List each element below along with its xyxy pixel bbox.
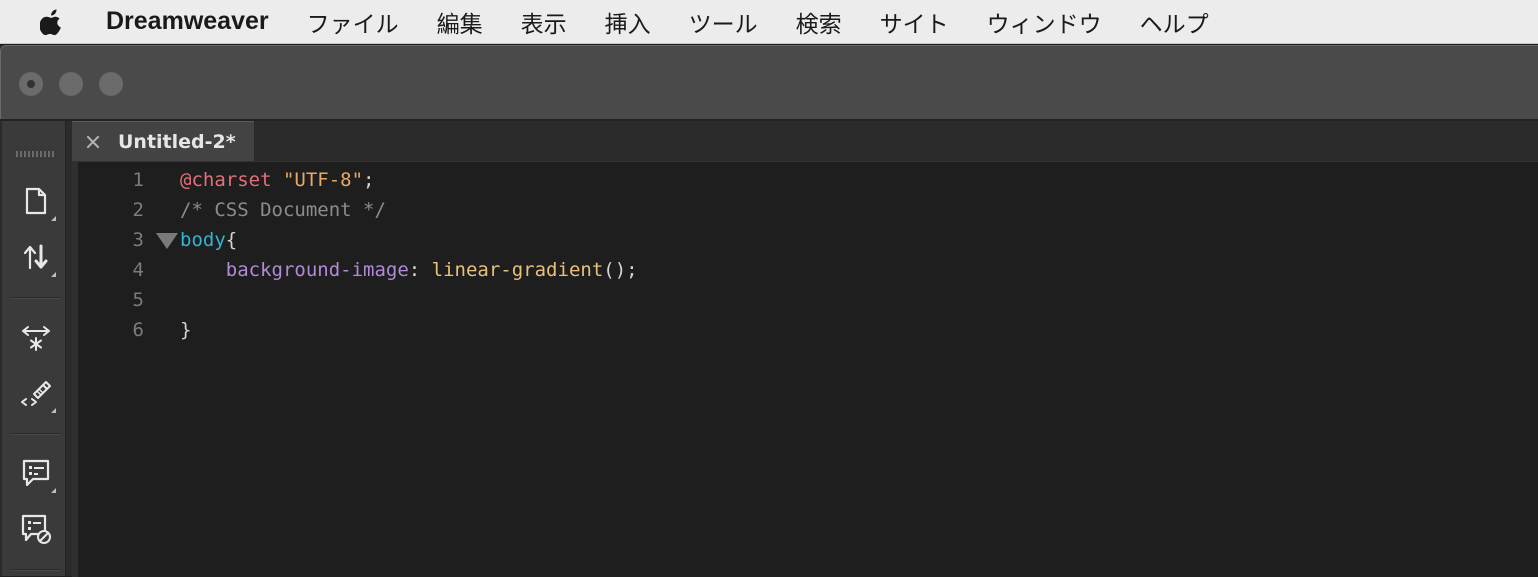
code-line[interactable]: 6}	[72, 315, 1538, 345]
remove-comment-icon	[20, 513, 52, 549]
menu-insert[interactable]: 挿入	[605, 5, 651, 39]
code-token: /* CSS Document */	[180, 199, 386, 221]
tab-title: Untitled-2*	[118, 130, 236, 153]
menu-file[interactable]: ファイル	[307, 5, 399, 39]
minimize-window-button[interactable]	[59, 72, 83, 96]
code-text: body{	[180, 225, 237, 255]
apple-menu-icon[interactable]	[38, 8, 66, 36]
line-number: 2	[132, 199, 144, 221]
code-text: @charset "UTF-8";	[180, 165, 375, 195]
menu-bar: Dreamweaver ファイル 編集 表示 挿入 ツール 検索 サイト ウィン…	[0, 0, 1538, 44]
code-line[interactable]: 5	[72, 285, 1538, 315]
tab-untitled-2[interactable]: Untitled-2*	[72, 121, 254, 161]
file-transfer-button[interactable]	[16, 239, 56, 279]
line-number: 3	[132, 229, 144, 251]
code-token: body	[180, 229, 226, 251]
code-token: :	[408, 259, 432, 281]
menu-help[interactable]: ヘルプ	[1140, 5, 1209, 39]
line-number: 1	[132, 169, 144, 191]
menu-tools[interactable]: ツール	[689, 5, 758, 39]
expand-collapse-icon	[20, 321, 52, 357]
flyout-indicator	[51, 216, 56, 221]
toolbar-grip-handle[interactable]	[16, 151, 54, 157]
apply-comment-button[interactable]	[16, 455, 56, 495]
remove-comment-button[interactable]	[16, 511, 56, 551]
menu-find[interactable]: 検索	[796, 5, 842, 39]
code-token: ;	[363, 169, 375, 191]
flyout-indicator	[51, 272, 56, 277]
menu-window[interactable]: ウィンドウ	[987, 5, 1102, 39]
menu-app-name[interactable]: Dreamweaver	[106, 7, 269, 36]
menu-site[interactable]: サイト	[880, 5, 949, 39]
window-titlebar[interactable]	[0, 45, 1538, 119]
common-toolbar	[2, 121, 66, 576]
document-button[interactable]	[16, 183, 56, 223]
close-window-button[interactable]	[19, 72, 43, 96]
code-token: ();	[603, 259, 638, 281]
code-token: background-image	[180, 259, 409, 281]
line-number: 6	[132, 319, 144, 341]
code-line[interactable]: 3 body{	[72, 225, 1538, 255]
code-format-button[interactable]	[16, 375, 56, 415]
code-lines: 1 @charset "UTF-8"; 2 /* CSS Document */ 3 bo…	[72, 165, 1538, 345]
code-fold-toggle-icon[interactable]	[156, 233, 178, 249]
menu-view[interactable]: 表示	[521, 5, 567, 39]
line-number: 5	[132, 289, 144, 311]
close-tab-icon[interactable]	[86, 135, 100, 149]
app-window: Untitled-2* 1 @charset "UTF-8"; 2 /* CSS Do…	[0, 45, 1538, 577]
comment-icon	[21, 458, 51, 492]
code-line[interactable]: 4 background-image: linear-gradient();	[72, 255, 1538, 285]
code-line[interactable]: 1 @charset "UTF-8";	[72, 165, 1538, 195]
code-format-icon	[20, 377, 52, 413]
expand-collapse-button[interactable]	[16, 319, 56, 359]
code-text: /* CSS Document */	[180, 195, 386, 225]
menu-edit[interactable]: 編集	[437, 5, 483, 39]
code-token: linear-gradient	[431, 259, 604, 281]
toolbar-divider	[10, 569, 60, 570]
line-number: 4	[132, 259, 144, 281]
code-token: {	[225, 229, 238, 251]
zoom-window-button[interactable]	[99, 72, 123, 96]
flyout-indicator	[51, 488, 56, 493]
code-token: }	[180, 319, 192, 341]
file-transfer-icon	[21, 242, 51, 276]
document-tab-bar: Untitled-2*	[72, 121, 1538, 161]
document-icon	[23, 186, 49, 220]
code-line[interactable]: 2 /* CSS Document */	[72, 195, 1538, 225]
code-text: background-image: linear-gradient();	[180, 255, 638, 285]
code-token: @charset	[180, 169, 272, 191]
code-token: "UTF-8"	[282, 169, 364, 191]
code-text: }	[180, 315, 191, 345]
toolbar-divider	[10, 297, 60, 298]
flyout-indicator	[51, 408, 56, 413]
code-editor[interactable]: 1 @charset "UTF-8"; 2 /* CSS Document */ 3 bo…	[72, 161, 1538, 577]
toolbar-divider	[10, 433, 60, 434]
